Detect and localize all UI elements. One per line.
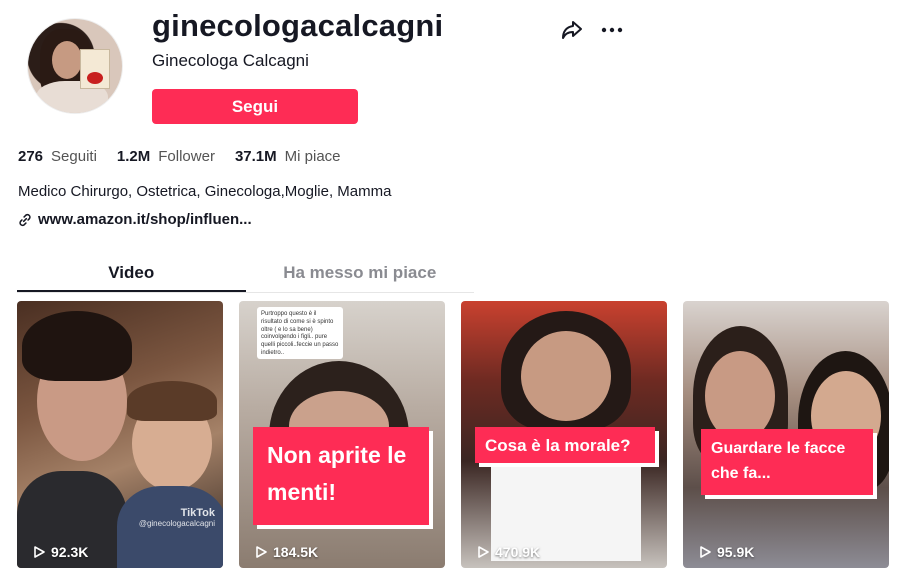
- video-overlay-text: Cosa è la morale?: [475, 427, 655, 463]
- tiktok-watermark: TikTok @ginecologacalcagni: [139, 507, 215, 528]
- stat-followers[interactable]: 1.2M Follower: [117, 148, 215, 165]
- video-views: 470.9K: [477, 544, 540, 560]
- video-views: 184.5K: [255, 544, 318, 560]
- video-overlay-text: Non aprite le menti!: [253, 427, 429, 525]
- follow-button[interactable]: Segui: [152, 89, 358, 124]
- stat-number: 37.1M: [234, 148, 277, 165]
- video-card[interactable]: Cosa è la morale? 470.9K: [461, 301, 667, 568]
- avatar[interactable]: [27, 18, 123, 114]
- share-icon[interactable]: [560, 18, 584, 42]
- views-count: 184.5K: [273, 544, 319, 560]
- link-icon: [19, 213, 31, 226]
- stat-label: Seguiti: [51, 148, 97, 165]
- views-count: 92.3K: [51, 544, 89, 560]
- video-overlay-text: Guardare le facce che fa...: [701, 429, 873, 495]
- profile-bio: Medico Chirurgo, Ostetrica, Ginecologa,M…: [18, 183, 392, 200]
- stat-likes: 37.1M Mi piace: [235, 148, 341, 165]
- video-card[interactable]: Guardare le facce che fa... 95.9K: [683, 301, 889, 568]
- profile-stats: 276 Seguiti 1.2M Follower 37.1M Mi piace: [18, 148, 341, 165]
- play-icon: [478, 546, 489, 558]
- stat-number: 1.2M: [116, 148, 151, 165]
- stat-label: Follower: [158, 148, 215, 165]
- play-icon: [700, 546, 711, 558]
- profile-tabs: Video Ha messo mi piace: [17, 258, 474, 293]
- video-views: 95.9K: [699, 544, 754, 560]
- views-count: 470.9K: [495, 544, 541, 560]
- video-grid: TikTok @ginecologacalcagni 92.3K Purtrop…: [17, 301, 889, 568]
- profile-link[interactable]: www.amazon.it/shop/influen...: [18, 211, 252, 228]
- profile-nickname: Ginecologa Calcagni: [152, 51, 309, 70]
- profile-username: ginecologacalcagni: [152, 8, 444, 43]
- watermark-text: TikTok: [180, 507, 215, 519]
- watermark-handle: @ginecologacalcagni: [138, 519, 215, 528]
- views-count: 95.9K: [717, 544, 755, 560]
- profile-link-text: www.amazon.it/shop/influen...: [38, 211, 252, 228]
- video-card[interactable]: TikTok @ginecologacalcagni 92.3K: [17, 301, 223, 568]
- more-icon[interactable]: [600, 18, 624, 42]
- video-views: 92.3K: [33, 544, 88, 560]
- tab-liked[interactable]: Ha messo mi piace: [246, 258, 475, 292]
- stat-number: 276: [18, 148, 44, 165]
- play-icon: [34, 546, 45, 558]
- stat-label: Mi piace: [284, 148, 341, 165]
- tab-videos[interactable]: Video: [17, 258, 246, 292]
- play-icon: [256, 546, 267, 558]
- stat-following[interactable]: 276 Seguiti: [18, 148, 97, 165]
- comment-sticker: Purtroppo questo è il risultato di come …: [257, 307, 343, 359]
- video-card[interactable]: Purtroppo questo è il risultato di come …: [239, 301, 445, 568]
